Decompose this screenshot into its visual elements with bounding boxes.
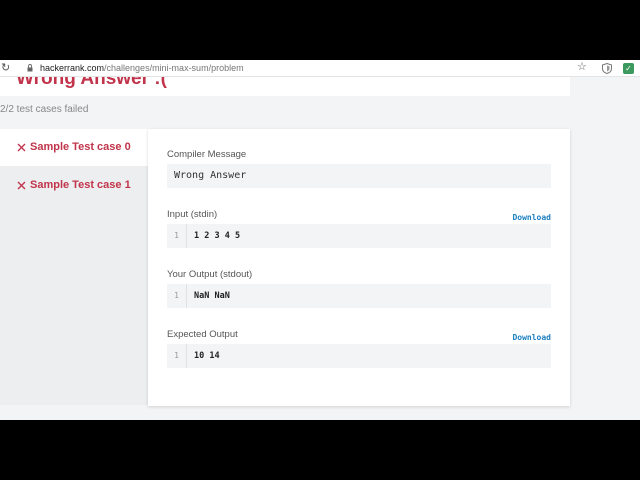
compiler-message-text: Wrong Answer bbox=[174, 170, 247, 181]
line-number: 1 bbox=[167, 344, 187, 368]
input-code-box: 1 1 2 3 4 5 bbox=[167, 224, 551, 248]
tab-label: Sample Test case 1 bbox=[30, 179, 131, 191]
input-label: Input (stdin) bbox=[167, 209, 218, 220]
result-header: Wrong Answer :( bbox=[0, 77, 570, 96]
expected-output-value: 10 14 bbox=[194, 351, 220, 361]
url-path: /challenges/mini-max-sum/problem bbox=[104, 63, 244, 73]
tab-sample-test-case-1[interactable]: Sample Test case 1 bbox=[0, 167, 148, 204]
your-output-label: Your Output (stdout) bbox=[167, 269, 253, 280]
x-icon bbox=[17, 181, 26, 190]
compiler-message-box: Wrong Answer bbox=[167, 164, 551, 188]
tab-sample-test-case-0[interactable]: Sample Test case 0 bbox=[0, 129, 148, 166]
address-bar[interactable]: ↻ hackerrank.com/challenges/mini-max-sum… bbox=[0, 60, 640, 77]
compiler-message-label: Compiler Message bbox=[167, 149, 247, 160]
lock-icon bbox=[27, 64, 33, 72]
your-output-value: NaN NaN bbox=[194, 291, 230, 301]
line-number: 1 bbox=[167, 284, 187, 308]
test-case-panel: Compiler Message Wrong Answer Input (std… bbox=[148, 129, 570, 406]
browser-viewport: ↻ hackerrank.com/challenges/mini-max-sum… bbox=[0, 60, 640, 420]
bookmark-star-icon[interactable]: ☆ bbox=[577, 61, 587, 74]
your-output-code-box: 1 NaN NaN bbox=[167, 284, 551, 308]
line-number: 1 bbox=[167, 224, 187, 248]
tab-label: Sample Test case 0 bbox=[30, 141, 131, 153]
green-extension-icon[interactable]: ✓ bbox=[623, 63, 634, 74]
shield-extension-icon[interactable] bbox=[602, 63, 612, 74]
reload-icon[interactable]: ↻ bbox=[1, 62, 10, 74]
test-case-tabs: Sample Test case 0 Sample Test case 1 bbox=[0, 129, 148, 405]
url-host: hackerrank.com bbox=[40, 63, 105, 73]
expected-output-label: Expected Output bbox=[167, 329, 238, 340]
input-download-link[interactable]: Download bbox=[512, 213, 551, 222]
input-value: 1 2 3 4 5 bbox=[194, 231, 241, 241]
test-summary: 2/2 test cases failed bbox=[0, 104, 89, 115]
x-icon bbox=[17, 143, 26, 152]
expected-output-download-link[interactable]: Download bbox=[512, 333, 551, 342]
expected-output-code-box: 1 10 14 bbox=[167, 344, 551, 368]
verdict-title: Wrong Answer :( bbox=[16, 77, 167, 89]
url-text[interactable]: hackerrank.com/challenges/mini-max-sum/p… bbox=[40, 63, 244, 73]
